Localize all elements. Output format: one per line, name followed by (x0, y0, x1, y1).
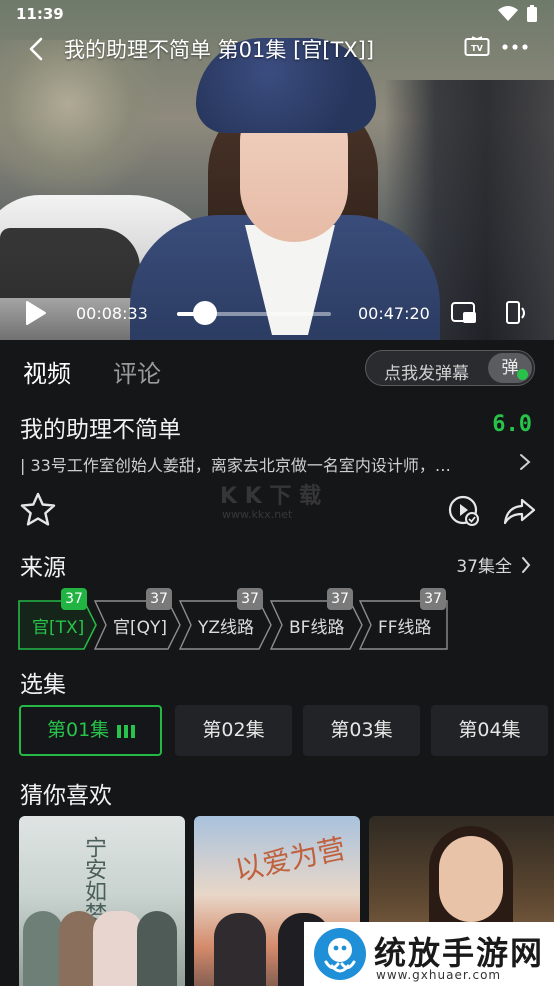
more-icon[interactable] (500, 36, 530, 58)
all-episodes-link[interactable]: 37集全 (456, 552, 532, 577)
episode-item[interactable]: 第04集 (431, 705, 548, 756)
poster-figure (23, 911, 63, 986)
source-label: FF线路 (378, 618, 432, 638)
watermark-url: www.kkx.net (222, 508, 293, 521)
episode-label: 第01集 (47, 719, 110, 741)
sources-heading: 来源 (20, 555, 66, 581)
poster-figure (137, 911, 177, 986)
source-count-badge: 37 (146, 588, 172, 610)
svg-text:TV: TV (471, 44, 483, 53)
chevron-right-icon (522, 556, 531, 573)
playing-equalizer-icon (117, 725, 135, 738)
show-title: 我的助理不简单 (20, 417, 181, 443)
source-count-badge: 37 (237, 588, 263, 610)
rating-score: 6.0 (492, 412, 532, 437)
source-count-badge: 37 (420, 588, 446, 610)
picture-in-picture-icon[interactable] (450, 300, 478, 326)
recommend-card[interactable]: 宁安如梦 (19, 816, 185, 986)
poster-figure (214, 913, 266, 986)
source-label: 官[TX] (32, 618, 85, 638)
danmu-placeholder: 点我发弹幕 (384, 364, 469, 384)
video-background (0, 40, 170, 200)
danmu-on-indicator (517, 369, 528, 380)
battery-icon (527, 5, 537, 22)
play-icon[interactable] (24, 300, 48, 326)
wifi-icon (498, 6, 518, 21)
player-controls: 00:08:33 00:47:20 (0, 294, 554, 334)
source-label: YZ线路 (198, 618, 255, 638)
status-bar: 11:39 (0, 0, 554, 28)
watermark-text: K K 下 载 (220, 484, 322, 509)
octopus-logo-icon (314, 928, 366, 980)
danmu-toggle-label: 弹 (501, 358, 519, 378)
episode-item[interactable]: 第02集 (175, 705, 292, 756)
danmu-toggle-button[interactable]: 弹 (488, 353, 532, 383)
progress-knob[interactable] (192, 301, 217, 325)
video-player[interactable]: 11:39 我的助理不简单 第01集 [官[TX]] TV 00:08:33 0… (0, 0, 554, 340)
episode-item[interactable]: 第03集 (303, 705, 420, 756)
current-time: 00:08:33 (76, 304, 148, 323)
all-episodes-label: 37集全 (456, 557, 512, 577)
episode-label: 第03集 (330, 719, 393, 741)
total-time: 00:47:20 (358, 304, 430, 323)
tab-video[interactable]: 视频 (23, 354, 71, 389)
source-count-badge: 37 (327, 588, 353, 610)
status-time: 11:39 (16, 5, 64, 23)
recommend-heading: 猜你喜欢 (20, 783, 112, 809)
site-brand-banner: 统放手游网 www.gxhuaer.com (304, 922, 554, 986)
brand-url: www.gxhuaer.com (376, 968, 502, 982)
episode-label: 第04集 (458, 719, 521, 741)
episode-list: 第01集 第02集 第03集 第04集 (18, 705, 554, 757)
poster-title: 以爱为营 (232, 831, 349, 888)
chevron-right-icon[interactable] (518, 452, 532, 472)
cache-download-icon[interactable] (447, 494, 481, 528)
video-title: 我的助理不简单 第01集 [官[TX]] (64, 38, 375, 62)
poster-figure (439, 836, 503, 922)
episode-item[interactable]: 第01集 (19, 705, 162, 756)
tab-comments[interactable]: 评论 (113, 354, 161, 389)
poster-figure (93, 911, 143, 986)
video-car-window (0, 228, 140, 298)
episode-label: 第02集 (202, 719, 265, 741)
danmu-input[interactable]: 点我发弹幕 弹 (365, 350, 535, 386)
source-label: 官[QY] (113, 618, 168, 638)
episodes-heading: 选集 (20, 672, 66, 698)
favorite-star-icon[interactable] (18, 490, 58, 530)
back-icon[interactable] (24, 36, 50, 62)
share-icon[interactable] (502, 496, 536, 526)
source-count-badge: 37 (61, 588, 87, 610)
source-label: BF线路 (289, 618, 345, 638)
tv-cast-icon[interactable]: TV (464, 36, 490, 58)
content-tabs: 视频 评论 点我发弹幕 弹 (0, 346, 554, 392)
fullscreen-rotate-icon[interactable] (502, 300, 528, 326)
synopsis-text[interactable]: | 33号工作室创始人姜甜，离家去北京做一名室内设计师，… (20, 452, 510, 476)
